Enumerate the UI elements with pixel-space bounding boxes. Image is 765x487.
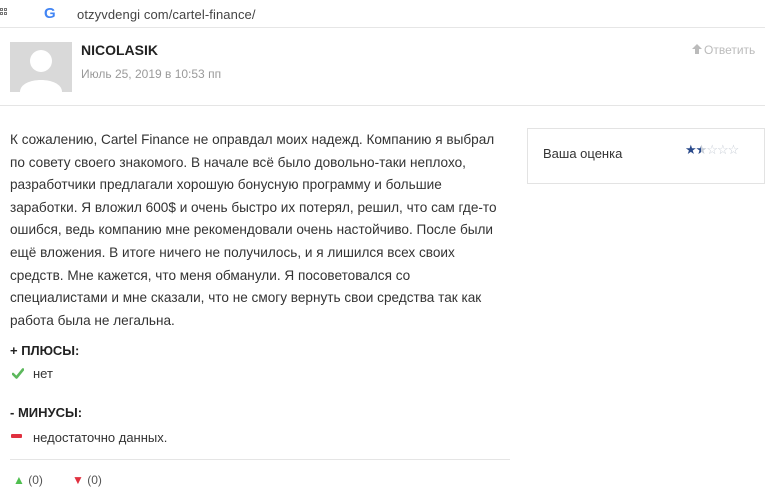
minus-icon (11, 434, 22, 438)
check-icon (12, 368, 24, 379)
address-url[interactable]: otzyvdengi com/cartel-finance/ (77, 7, 256, 22)
thumbs-up-icon: ▲ (13, 473, 25, 487)
rating-label: Ваша оценка (543, 146, 623, 161)
pros-title: + ПЛЮСЫ: (10, 343, 80, 358)
browser-address-bar: G otzyvdengi com/cartel-finance/ (0, 0, 765, 28)
cons-item: недостаточно данных. (33, 430, 168, 445)
vote-up-button[interactable]: ▲ (0) (13, 473, 43, 487)
star-half-icon: ★★ (695, 142, 708, 157)
apps-grid-icon[interactable] (0, 8, 10, 18)
comment-text: К сожалению, Cartel Finance не оправдал … (10, 132, 497, 328)
avatar (10, 42, 72, 92)
reply-arrow-icon (692, 43, 702, 57)
user-silhouette-icon (20, 50, 62, 92)
star-icon: ★ (685, 142, 697, 157)
star-empty-icon: ☆ (706, 142, 718, 157)
rating-stars: ★★★☆☆☆ (685, 142, 740, 158)
rating-box: Ваша оценка ★★★☆☆☆ (527, 128, 765, 184)
vote-up-count: (0) (28, 473, 43, 487)
pros-item: нет (33, 366, 53, 381)
divider (0, 105, 765, 106)
vote-down-button[interactable]: ▼ (0) (72, 473, 102, 487)
vote-down-count: (0) (87, 473, 102, 487)
thumbs-down-icon: ▼ (72, 473, 84, 487)
reply-label: Ответить (704, 43, 756, 57)
star-empty-icon: ☆ (716, 142, 729, 157)
star-empty-icon: ☆ (727, 142, 740, 157)
comment-author[interactable]: NICOLASIK (81, 42, 158, 58)
reply-button[interactable]: Ответить (692, 43, 755, 57)
comment-date: Июль 25, 2019 в 10:53 пп (81, 67, 222, 81)
google-icon: G (44, 5, 56, 22)
divider (10, 459, 510, 460)
cons-title: - МИНУСЫ: (10, 405, 83, 420)
